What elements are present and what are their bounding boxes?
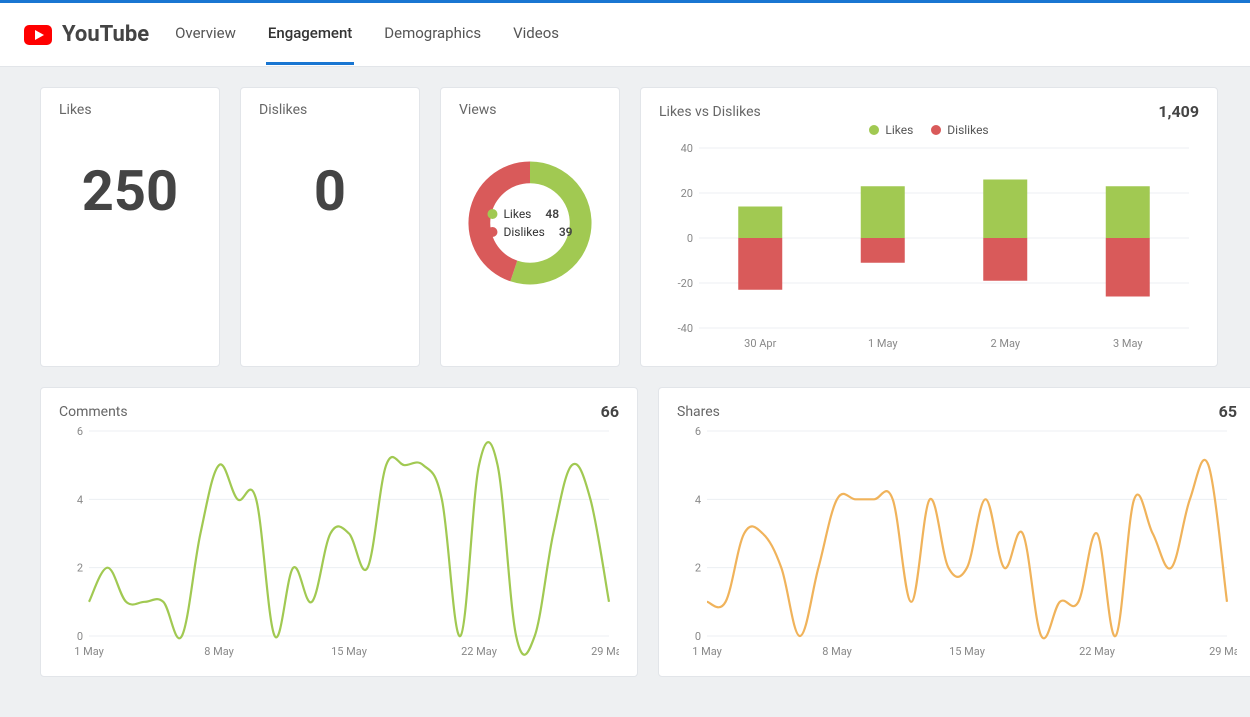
header: YouTube Overview Engagement Demographics… xyxy=(0,3,1250,67)
tab-overview[interactable]: Overview xyxy=(173,4,238,65)
card-likes-vs-dislikes: Likes vs Dislikes 1,409 Likes Dislikes -… xyxy=(640,87,1218,367)
card-views: Views Likes 48 Dislikes 39 xyxy=(440,87,620,367)
donut-dislikes-label: Dislikes xyxy=(503,225,544,239)
card-dislikes-title: Dislikes xyxy=(259,102,401,118)
lvd-legend: Likes Dislikes xyxy=(659,121,1199,139)
brand-name: YouTube xyxy=(62,22,149,47)
row-bottom: Comments 66 0 2 4 6 1 May 8 May 15 May 22 May 29… xyxy=(40,387,1210,677)
donut-dislikes-value: 39 xyxy=(559,225,573,239)
likes-swatch xyxy=(487,209,497,219)
svg-text:4: 4 xyxy=(77,493,83,506)
lvd-dislikes-label: Dislikes xyxy=(947,123,988,137)
svg-text:15 May: 15 May xyxy=(949,645,986,658)
svg-text:3 May: 3 May xyxy=(1113,337,1143,350)
lvd-total: 1,409 xyxy=(1158,102,1199,121)
comments-total: 66 xyxy=(601,402,619,421)
card-likes-title: Likes xyxy=(59,102,201,118)
views-donut: Likes 48 Dislikes 39 xyxy=(459,128,601,318)
content: Likes 250 Dislikes 0 Views Likes 48 xyxy=(0,67,1250,717)
svg-text:29 May: 29 May xyxy=(591,645,619,658)
tabs: Overview Engagement Demographics Videos xyxy=(173,3,561,66)
card-dislikes: Dislikes 0 xyxy=(240,87,420,367)
donut-likes-label: Likes xyxy=(503,207,531,221)
tab-engagement[interactable]: Engagement xyxy=(266,4,354,65)
tab-demographics[interactable]: Demographics xyxy=(382,4,483,65)
card-likes-value: 250 xyxy=(59,158,201,224)
brand: YouTube xyxy=(24,22,149,47)
youtube-icon xyxy=(24,25,52,45)
svg-text:0: 0 xyxy=(687,232,693,245)
lvd-chart: -40 -20 0 20 40 30 Apr 1 May 2 May 3 May xyxy=(659,143,1199,353)
donut-likes-value: 48 xyxy=(545,207,559,221)
svg-text:0: 0 xyxy=(695,630,701,643)
card-views-title: Views xyxy=(459,102,601,118)
lvd-likes-label: Likes xyxy=(885,123,913,137)
svg-text:2: 2 xyxy=(695,562,701,575)
svg-text:29 May: 29 May xyxy=(1209,645,1237,658)
svg-text:2: 2 xyxy=(77,562,83,575)
card-shares: Shares 65 0 2 4 6 1 May 8 May 15 May 22 May 29 M… xyxy=(658,387,1250,677)
svg-text:15 May: 15 May xyxy=(331,645,368,658)
svg-text:20: 20 xyxy=(681,187,693,200)
lvd-likes-swatch xyxy=(869,125,879,135)
svg-text:1 May: 1 May xyxy=(868,337,898,350)
tab-videos[interactable]: Videos xyxy=(511,4,561,65)
card-dislikes-value: 0 xyxy=(259,158,401,224)
views-donut-legend: Likes 48 Dislikes 39 xyxy=(487,205,572,241)
svg-text:8 May: 8 May xyxy=(822,645,852,658)
card-comments: Comments 66 0 2 4 6 1 May 8 May 15 May 22 May 29… xyxy=(40,387,638,677)
svg-text:-40: -40 xyxy=(678,322,693,335)
svg-text:4: 4 xyxy=(695,493,701,506)
comments-title: Comments xyxy=(59,404,128,420)
svg-text:-20: -20 xyxy=(678,277,693,290)
svg-text:6: 6 xyxy=(695,425,701,438)
lvd-title: Likes vs Dislikes xyxy=(659,104,761,120)
svg-text:40: 40 xyxy=(681,143,693,155)
shares-chart: 0 2 4 6 1 May 8 May 15 May 22 May 29 May xyxy=(677,421,1237,661)
svg-text:22 May: 22 May xyxy=(461,645,498,658)
svg-text:1 May: 1 May xyxy=(74,645,104,658)
svg-text:2 May: 2 May xyxy=(990,337,1020,350)
svg-text:1 May: 1 May xyxy=(692,645,722,658)
dislikes-swatch xyxy=(487,227,497,237)
row-top: Likes 250 Dislikes 0 Views Likes 48 xyxy=(40,87,1210,367)
shares-title: Shares xyxy=(677,404,720,420)
card-likes: Likes 250 xyxy=(40,87,220,367)
svg-text:22 May: 22 May xyxy=(1079,645,1116,658)
svg-text:30 Apr: 30 Apr xyxy=(744,337,776,350)
comments-chart: 0 2 4 6 1 May 8 May 15 May 22 May 29 May xyxy=(59,421,619,661)
svg-text:8 May: 8 May xyxy=(204,645,234,658)
lvd-dislikes-swatch xyxy=(931,125,941,135)
svg-text:6: 6 xyxy=(77,425,83,438)
svg-text:0: 0 xyxy=(77,630,83,643)
shares-total: 65 xyxy=(1219,402,1237,421)
